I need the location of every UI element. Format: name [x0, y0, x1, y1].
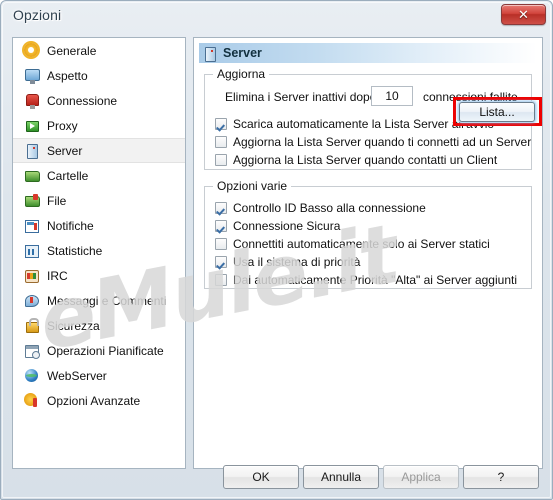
sidebar-item-label: Cartelle	[47, 168, 89, 183]
irc-icon	[23, 267, 40, 284]
sidebar-item-label: Messaggi e Commenti	[47, 293, 167, 308]
statistics-icon	[23, 242, 40, 259]
close-button[interactable]: ✕	[501, 4, 546, 25]
monitor-icon	[23, 67, 40, 84]
cancel-button[interactable]: Annulla	[303, 465, 379, 489]
sidebar-item-label: Proxy	[47, 118, 78, 133]
checkbox-box[interactable]	[215, 256, 227, 268]
sidebar-item-label: Generale	[47, 43, 97, 58]
sidebar-item-proxy[interactable]: Proxy	[13, 113, 185, 138]
sidebar-item-connessione[interactable]: Connessione	[13, 88, 185, 113]
page-title: Server	[223, 46, 262, 60]
checkbox-box[interactable]	[215, 238, 227, 250]
sidebar-item-label: Statistiche	[47, 243, 103, 258]
sidebar-item-label: WebServer	[47, 368, 107, 383]
sidebar-item-opzioni-avanzate[interactable]: Opzioni Avanzate	[13, 388, 185, 413]
checkbox-label: Dai automaticamente Priorità "Alta" ai S…	[233, 273, 517, 287]
server-icon	[23, 142, 40, 159]
checkbox-box[interactable]	[215, 202, 227, 214]
sidebar-item-label: IRC	[47, 268, 68, 283]
sidebar-item-server[interactable]: Server	[13, 138, 185, 163]
sidebar-item-webserver[interactable]: WebServer	[13, 363, 185, 388]
message-icon	[23, 292, 40, 309]
checkbox-box[interactable]	[215, 220, 227, 232]
apply-button: Applica	[383, 465, 459, 489]
checkbox-usa-sistema-priorita[interactable]: Usa il sistema di priorità	[215, 253, 360, 271]
checkbox-label: Usa il sistema di priorità	[233, 255, 361, 269]
group-opzioni-varie: Opzioni varie Controllo ID Basso alla co…	[204, 179, 532, 289]
calendar-icon	[23, 342, 40, 359]
checkbox-connessione-sicura[interactable]: Connessione Sicura	[215, 217, 340, 235]
checkbox-label: Controllo ID Basso alla connessione	[233, 201, 426, 215]
checkbox-box[interactable]	[215, 136, 227, 148]
sidebar-item-operazioni-pianificate[interactable]: Operazioni Pianificate	[13, 338, 185, 363]
ok-button[interactable]: OK	[223, 465, 299, 489]
gear-icon	[23, 42, 40, 59]
settings-category-list[interactable]: Generale Aspetto Connessione Proxy Serve…	[12, 37, 186, 469]
help-button[interactable]: ?	[463, 465, 539, 489]
sidebar-item-label: Sicurezza	[47, 318, 100, 333]
checkbox-controllo-id-basso[interactable]: Controllo ID Basso alla connessione	[215, 199, 426, 217]
file-folder-icon	[23, 192, 40, 209]
sidebar-item-label: Operazioni Pianificate	[47, 343, 164, 358]
group-title: Opzioni varie	[213, 179, 292, 193]
group-title: Aggiorna	[213, 67, 270, 81]
plug-icon	[23, 92, 40, 109]
checkbox-label: Connettiti automaticamente solo ai Serve…	[233, 237, 490, 251]
sidebar-item-label: Connessione	[47, 93, 118, 108]
checkbox-box[interactable]	[215, 274, 227, 286]
sidebar-item-label: File	[47, 193, 67, 208]
checkbox-aggiorna-lista-contatto-client[interactable]: Aggiorna la Lista Server quando contatti…	[215, 151, 497, 169]
options-dialog-window: Opzioni ✕ Generale Aspetto Connessione P…	[0, 0, 553, 500]
sidebar-item-irc[interactable]: IRC	[13, 263, 185, 288]
sidebar-item-label: Opzioni Avanzate	[47, 393, 141, 408]
sidebar-item-label: Aspetto	[47, 68, 88, 83]
sidebar-item-label: Notifiche	[47, 218, 94, 233]
checkbox-aggiorna-lista-connessione-server[interactable]: Aggiorna la Lista Server quando ti conne…	[215, 133, 531, 151]
sidebar-item-statistiche[interactable]: Statistiche	[13, 238, 185, 263]
lock-icon	[23, 317, 40, 334]
globe-icon	[23, 367, 40, 384]
sidebar-item-sicurezza[interactable]: Sicurezza	[13, 313, 185, 338]
checkbox-connetti-solo-server-statici[interactable]: Connettiti automaticamente solo ai Serve…	[215, 235, 490, 253]
server-icon	[203, 46, 217, 62]
checkbox-priorita-alta-server-aggiunti[interactable]: Dai automaticamente Priorità "Alta" ai S…	[215, 271, 517, 289]
sidebar-item-file[interactable]: File	[13, 188, 185, 213]
proxy-icon	[23, 117, 40, 134]
checkbox-label: Aggiorna la Lista Server quando contatti…	[233, 153, 498, 167]
advanced-gear-icon	[23, 392, 40, 409]
sidebar-item-generale[interactable]: Generale	[13, 38, 185, 63]
checkbox-label: Connessione Sicura	[233, 219, 341, 233]
notification-icon	[23, 217, 40, 234]
checkbox-label: Aggiorna la Lista Server quando ti conne…	[233, 135, 532, 149]
lista-button[interactable]: Lista...	[459, 102, 535, 122]
sidebar-item-label: Server	[47, 143, 83, 158]
folder-icon	[23, 167, 40, 184]
inactive-connections-input[interactable]: 10	[371, 86, 413, 106]
title-bar: Opzioni ✕	[1, 1, 553, 31]
sidebar-item-aspetto[interactable]: Aspetto	[13, 63, 185, 88]
sidebar-item-messaggi-e-commenti[interactable]: Messaggi e Commenti	[13, 288, 185, 313]
sidebar-item-notifiche[interactable]: Notifiche	[13, 213, 185, 238]
page-header: Server	[199, 43, 537, 63]
spinner-prefix-label: Elimina i Server inattivi dopo	[225, 90, 377, 104]
sidebar-item-cartelle[interactable]: Cartelle	[13, 163, 185, 188]
window-title: Opzioni	[13, 7, 62, 23]
checkbox-box[interactable]	[215, 118, 227, 130]
checkbox-box[interactable]	[215, 154, 227, 166]
close-icon: ✕	[518, 6, 529, 22]
